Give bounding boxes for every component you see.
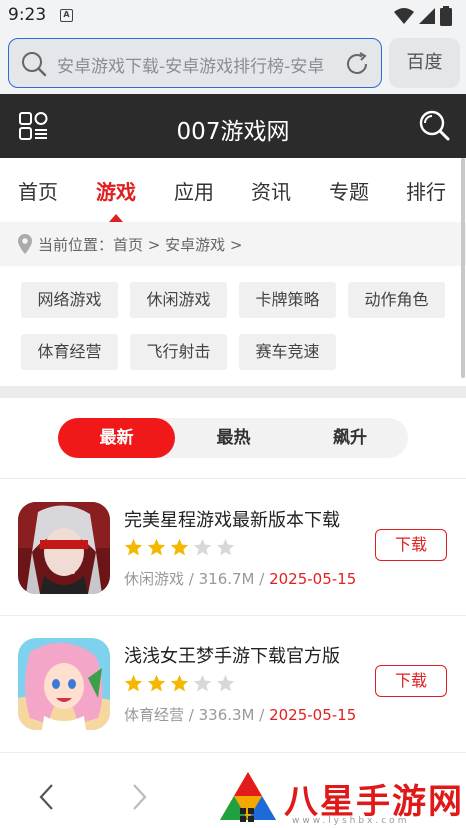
game-meta: 休闲游戏 / 316.7M / 2025-05-15	[124, 568, 356, 589]
meta-separator: /	[184, 570, 199, 588]
sort-tabs: 最新 最热 飙升	[58, 418, 408, 458]
back-arrow-icon[interactable]	[36, 782, 58, 812]
tag-card-strategy[interactable]: 卡牌策略	[239, 282, 336, 318]
download-button[interactable]: 下载	[375, 665, 447, 697]
nav-item-home[interactable]: 首页	[18, 176, 58, 205]
breadcrumb-text: 当前位置：首页 > 安卓游戏 >	[38, 236, 243, 254]
star-filled-icon	[170, 538, 189, 556]
location-pin-icon	[18, 234, 32, 254]
meta-separator: /	[254, 570, 270, 588]
tag-action-rpg[interactable]: 动作角色	[348, 282, 445, 318]
forward-arrow-icon[interactable]	[128, 782, 150, 812]
star-empty-icon	[193, 538, 212, 556]
tab-latest[interactable]: 最新	[58, 418, 175, 458]
tab-hottest[interactable]: 最热	[175, 418, 292, 458]
status-bar: 9:23 A	[0, 0, 466, 30]
star-filled-icon	[124, 674, 143, 692]
address-bar[interactable]: 安卓游戏下载-安卓游戏排行榜-安卓	[8, 38, 382, 88]
star-empty-icon	[216, 538, 235, 556]
star-empty-icon	[193, 674, 212, 692]
tag-racing[interactable]: 赛车竞速	[239, 334, 336, 370]
browser-toolbar: 安卓游戏下载-安卓游戏排行榜-安卓 百度	[0, 30, 466, 94]
game-category: 体育经营	[124, 706, 185, 724]
signal-icon	[419, 8, 435, 24]
download-button[interactable]: 下载	[375, 529, 447, 561]
game-meta: 体育经营 / 336.3M / 2025-05-15	[124, 704, 356, 725]
tag-online-games[interactable]: 网络游戏	[21, 282, 118, 318]
scrollbar[interactable]	[461, 158, 465, 378]
nav-item-topics[interactable]: 专题	[329, 176, 369, 205]
game-size: 336.3M	[198, 706, 255, 724]
nav-item-games[interactable]: 游戏	[96, 176, 136, 205]
site-header: 007游戏网	[0, 94, 466, 158]
game-date: 2025-05-15	[269, 706, 357, 724]
category-tags: 网络游戏 休闲游戏 卡牌策略 动作角色 体育经营 飞行射击 赛车竞速	[0, 266, 466, 386]
meta-separator: /	[254, 706, 270, 724]
game-size: 316.7M	[198, 570, 255, 588]
notification-icon: A	[60, 9, 73, 22]
search-icon	[22, 52, 47, 77]
baidu-button[interactable]: 百度	[389, 38, 460, 88]
rating-stars	[124, 674, 235, 693]
site-logo: 八星手游网 www.lyshbx.com	[218, 770, 466, 828]
reload-icon[interactable]	[343, 50, 371, 78]
meta-separator: /	[184, 706, 199, 724]
battery-icon	[440, 6, 452, 26]
divider	[0, 752, 466, 753]
tag-sports-management[interactable]: 体育经营	[21, 334, 118, 370]
status-time: 9:23	[8, 5, 47, 25]
section-divider	[0, 386, 466, 398]
breadcrumb: 当前位置：首页 > 安卓游戏 >	[0, 222, 466, 266]
nav-item-ranking[interactable]: 排行	[406, 176, 446, 205]
divider	[0, 478, 466, 479]
game-title[interactable]: 完美星程游戏最新版本下载	[124, 506, 340, 532]
logo-icon	[220, 772, 276, 822]
address-text[interactable]: 安卓游戏下载-安卓游戏排行榜-安卓	[57, 52, 339, 77]
game-category: 休闲游戏	[124, 570, 185, 588]
search-icon[interactable]	[418, 109, 450, 141]
bottom-toolbar: 八星手游网 www.lyshbx.com	[0, 766, 466, 828]
star-filled-icon	[170, 674, 189, 692]
wifi-icon	[394, 8, 414, 24]
logo-url: www.lyshbx.com	[292, 816, 410, 826]
category-nav: 首页 游戏 应用 资讯 专题 排行	[0, 158, 466, 222]
game-icon[interactable]	[18, 502, 110, 594]
tab-rising[interactable]: 飙升	[292, 418, 408, 458]
tag-casual-games[interactable]: 休闲游戏	[130, 282, 227, 318]
game-icon[interactable]	[18, 638, 110, 730]
tag-flight-shooting[interactable]: 飞行射击	[130, 334, 227, 370]
status-icons	[394, 6, 452, 26]
star-filled-icon	[147, 538, 166, 556]
rating-stars	[124, 538, 235, 557]
nav-item-apps[interactable]: 应用	[174, 176, 214, 205]
game-list-item[interactable]: 浅浅女王梦手游下载官方版 体育经营 / 336.3M / 2025-05-15 …	[0, 616, 466, 752]
star-empty-icon	[216, 674, 235, 692]
star-filled-icon	[124, 538, 143, 556]
game-list-item[interactable]: 完美星程游戏最新版本下载 休闲游戏 / 316.7M / 2025-05-15 …	[0, 480, 466, 616]
game-date: 2025-05-15	[269, 570, 357, 588]
active-indicator	[109, 214, 123, 222]
star-filled-icon	[147, 674, 166, 692]
site-title: 007游戏网	[176, 119, 290, 145]
game-title[interactable]: 浅浅女王梦手游下载官方版	[124, 642, 340, 668]
nav-item-news[interactable]: 资讯	[251, 176, 291, 205]
